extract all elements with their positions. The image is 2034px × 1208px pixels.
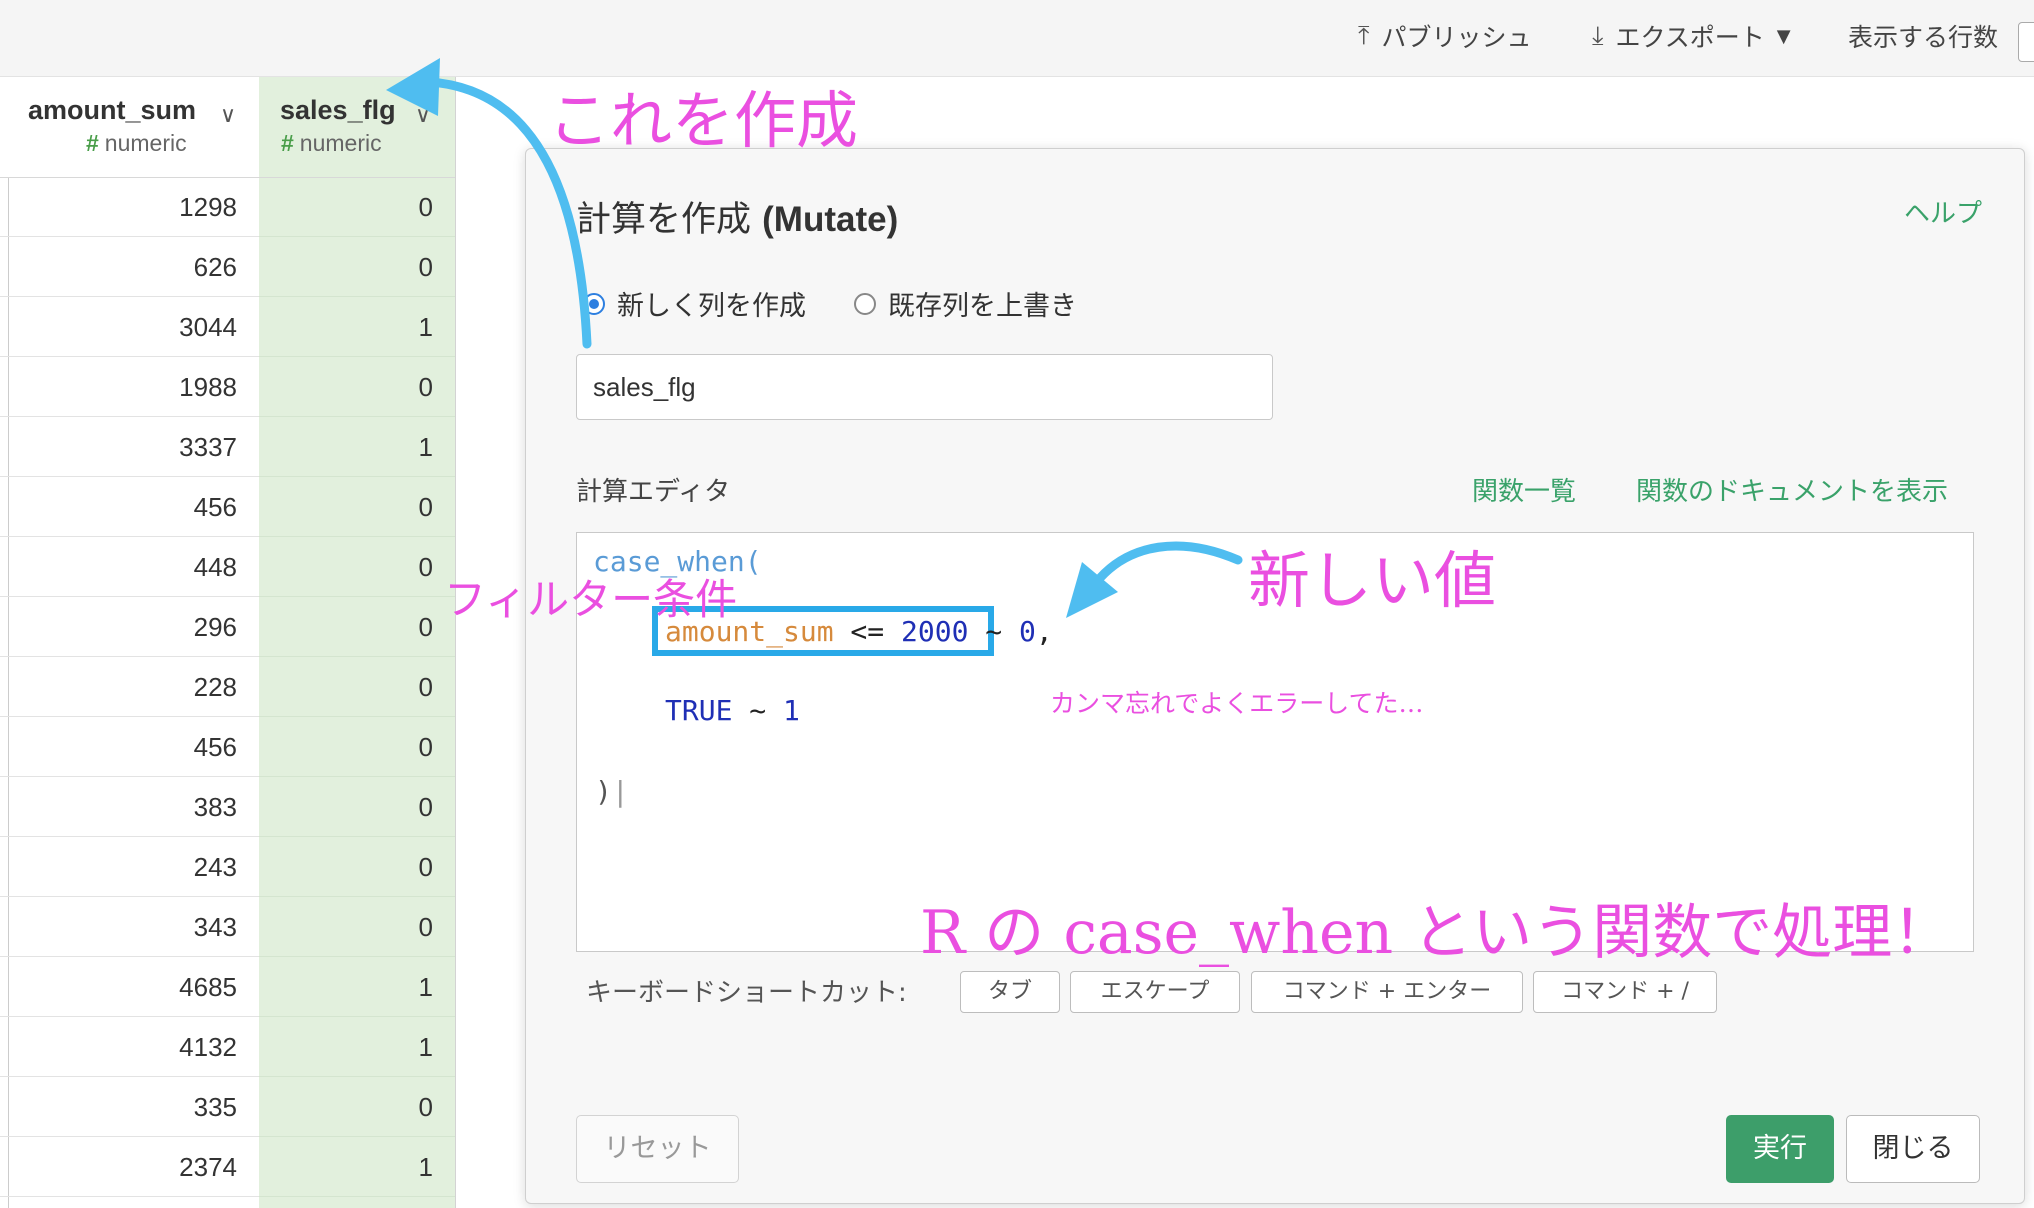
table-cell-sales-flg[interactable]: 0 <box>259 357 455 417</box>
table-cell-sales-flg[interactable]: 0 <box>259 777 455 837</box>
table-cell-sales-flg[interactable]: 0 <box>259 237 455 297</box>
column-amount-sum: amount_sum ∨ # numeric 1298 626 3044 1988 333… <box>0 77 260 1208</box>
rows-label: 表示する行数 <box>1848 23 1999 52</box>
table-cell-amount-sum[interactable]: 335 <box>0 1077 259 1137</box>
table-cell-amount-sum[interactable]: 3044 <box>0 297 259 357</box>
table-cell-amount-sum[interactable]: 448 <box>0 537 259 597</box>
table-cell-amount-sum[interactable]: 1988 <box>0 357 259 417</box>
table-cell-sales-flg[interactable]: 0 <box>259 597 455 657</box>
annotation-filter-condition: フィルター条件 <box>444 575 738 624</box>
table-cell-sales-flg[interactable]: 0 <box>259 657 455 717</box>
download-icon: ⤓ <box>1592 20 1604 51</box>
column-header[interactable]: amount_sum ∨ # numeric <box>0 77 259 178</box>
table-cell-amount-sum[interactable]: 228 <box>0 657 259 717</box>
table-cell-sales-flg[interactable]: 1 <box>259 1137 455 1197</box>
table-cell-amount-sum[interactable]: 456 <box>0 717 259 777</box>
annotation-comma-note: カンマ忘れでよくエラーしてた… <box>1050 689 1424 718</box>
table-cell-amount-sum[interactable]: 1298 <box>0 177 259 237</box>
help-link[interactable]: ヘルプ <box>1904 193 1982 230</box>
run-button[interactable]: 実行 <box>1726 1115 1834 1183</box>
column-header[interactable]: sales_flg ∨ # numeric <box>259 77 455 178</box>
shortcut-cmd-slash[interactable]: コマンド + / <box>1533 971 1717 1013</box>
radio-new-label: 新しく列を作成 <box>617 291 806 322</box>
annotation-r-function: R の case_when という関数で処理！ <box>920 898 1953 968</box>
table-cell-amount-sum[interactable]: 4132 <box>0 1017 259 1077</box>
top-toolbar: ⤒ パブリッシュ ⤓ エクスポート ▼ 表示する行数 <box>0 0 2034 77</box>
table-cell-sales-flg[interactable]: 1 <box>259 297 455 357</box>
upload-icon: ⤒ <box>1358 20 1370 51</box>
shortcut-tab[interactable]: タブ <box>960 971 1060 1013</box>
chevron-down-icon[interactable]: ∨ <box>220 103 236 128</box>
table-cell-sales-flg[interactable]: 1 <box>259 1017 455 1077</box>
radio-overwrite-label: 既存列を上書き <box>888 291 1077 322</box>
table-cell-sales-flg[interactable]: 0 <box>259 837 455 897</box>
table-cell-sales-flg[interactable]: 0 <box>259 177 455 237</box>
function-list-link[interactable]: 関数一覧 <box>1472 471 1576 508</box>
annotation-new-value: 新しい値 <box>1248 544 1497 617</box>
table-cell-amount-sum[interactable]: 626 <box>0 237 259 297</box>
caret-down-icon: ▼ <box>1776 25 1791 47</box>
export-button[interactable]: ⤓ エクスポート ▼ <box>1592 18 1791 54</box>
table-cell-amount-sum[interactable]: 243 <box>0 837 259 897</box>
table-cell-sales-flg[interactable]: 1 <box>259 957 455 1017</box>
table-cell-amount-sum[interactable]: 3337 <box>0 417 259 477</box>
export-label: エクスポート <box>1615 23 1765 52</box>
table-cell-amount-sum[interactable]: 2374 <box>0 1137 259 1197</box>
radio-unselected-icon <box>854 292 876 315</box>
numeric-type-icon: # <box>86 130 99 156</box>
reset-button[interactable]: リセット <box>576 1115 739 1183</box>
dialog-title: 計算を作成 (Mutate) <box>576 200 899 240</box>
table-cell-sales-flg[interactable]: 0 <box>259 897 455 957</box>
publish-label: パブリッシュ <box>1381 23 1532 52</box>
column-type: # numeric <box>86 130 187 156</box>
code-line-3: TRUE ~ 1 <box>665 694 800 727</box>
radio-new-column[interactable]: 新しく列を作成 <box>583 284 806 323</box>
editor-label: 計算エディタ <box>576 477 731 507</box>
column-name: sales_flg <box>280 95 396 125</box>
radio-selected-icon <box>583 292 605 315</box>
table-cell-sales-flg[interactable]: 1 <box>259 417 455 477</box>
annotation-create-this: これを作成 <box>548 84 859 157</box>
data-grid: amount_sum ∨ # numeric 1298 626 3044 1988 333… <box>0 77 456 1208</box>
publish-button[interactable]: ⤒ パブリッシュ <box>1358 18 1532 54</box>
table-cell-amount-sum[interactable]: 296 <box>0 597 259 657</box>
table-cell-sales-flg[interactable]: 0 <box>259 1077 455 1137</box>
function-doc-link[interactable]: 関数のドキュメントを表示 <box>1636 471 1948 508</box>
table-cell-amount-sum[interactable]: 383 <box>0 777 259 837</box>
table-cell-sales-flg[interactable]: 0 <box>259 717 455 777</box>
table-cell-amount-sum[interactable]: 343 <box>0 897 259 957</box>
numeric-type-icon: # <box>281 130 294 156</box>
shortcut-cmd-enter[interactable]: コマンド + エンター <box>1251 971 1523 1013</box>
rows-select[interactable] <box>2018 22 2034 62</box>
table-cell-amount-sum[interactable]: 456 <box>0 477 259 537</box>
close-button[interactable]: 閉じる <box>1846 1115 1980 1183</box>
shortcut-escape[interactable]: エスケープ <box>1070 971 1240 1013</box>
radio-overwrite-column[interactable]: 既存列を上書き <box>854 284 1077 323</box>
table-cell-sales-flg[interactable]: 0 <box>259 477 455 537</box>
mutate-dialog: 計算を作成 (Mutate) ヘルプ 新しく列を作成 既存列を上書き sales… <box>525 148 2025 1204</box>
column-sales-flg: sales_flg ∨ # numeric 00101000000001101 <box>259 77 456 1208</box>
column-type: # numeric <box>281 130 382 156</box>
chevron-down-icon[interactable]: ∨ <box>415 103 431 128</box>
column-name: amount_sum <box>28 95 197 125</box>
table-cell-sales-flg[interactable]: 0 <box>259 537 455 597</box>
table-cell-amount-sum[interactable]: 4685 <box>0 957 259 1017</box>
shortcuts-label: キーボードショートカット: <box>586 978 907 1008</box>
code-line-4: )| <box>595 775 629 808</box>
column-name-input[interactable]: sales_flg <box>576 354 1273 420</box>
